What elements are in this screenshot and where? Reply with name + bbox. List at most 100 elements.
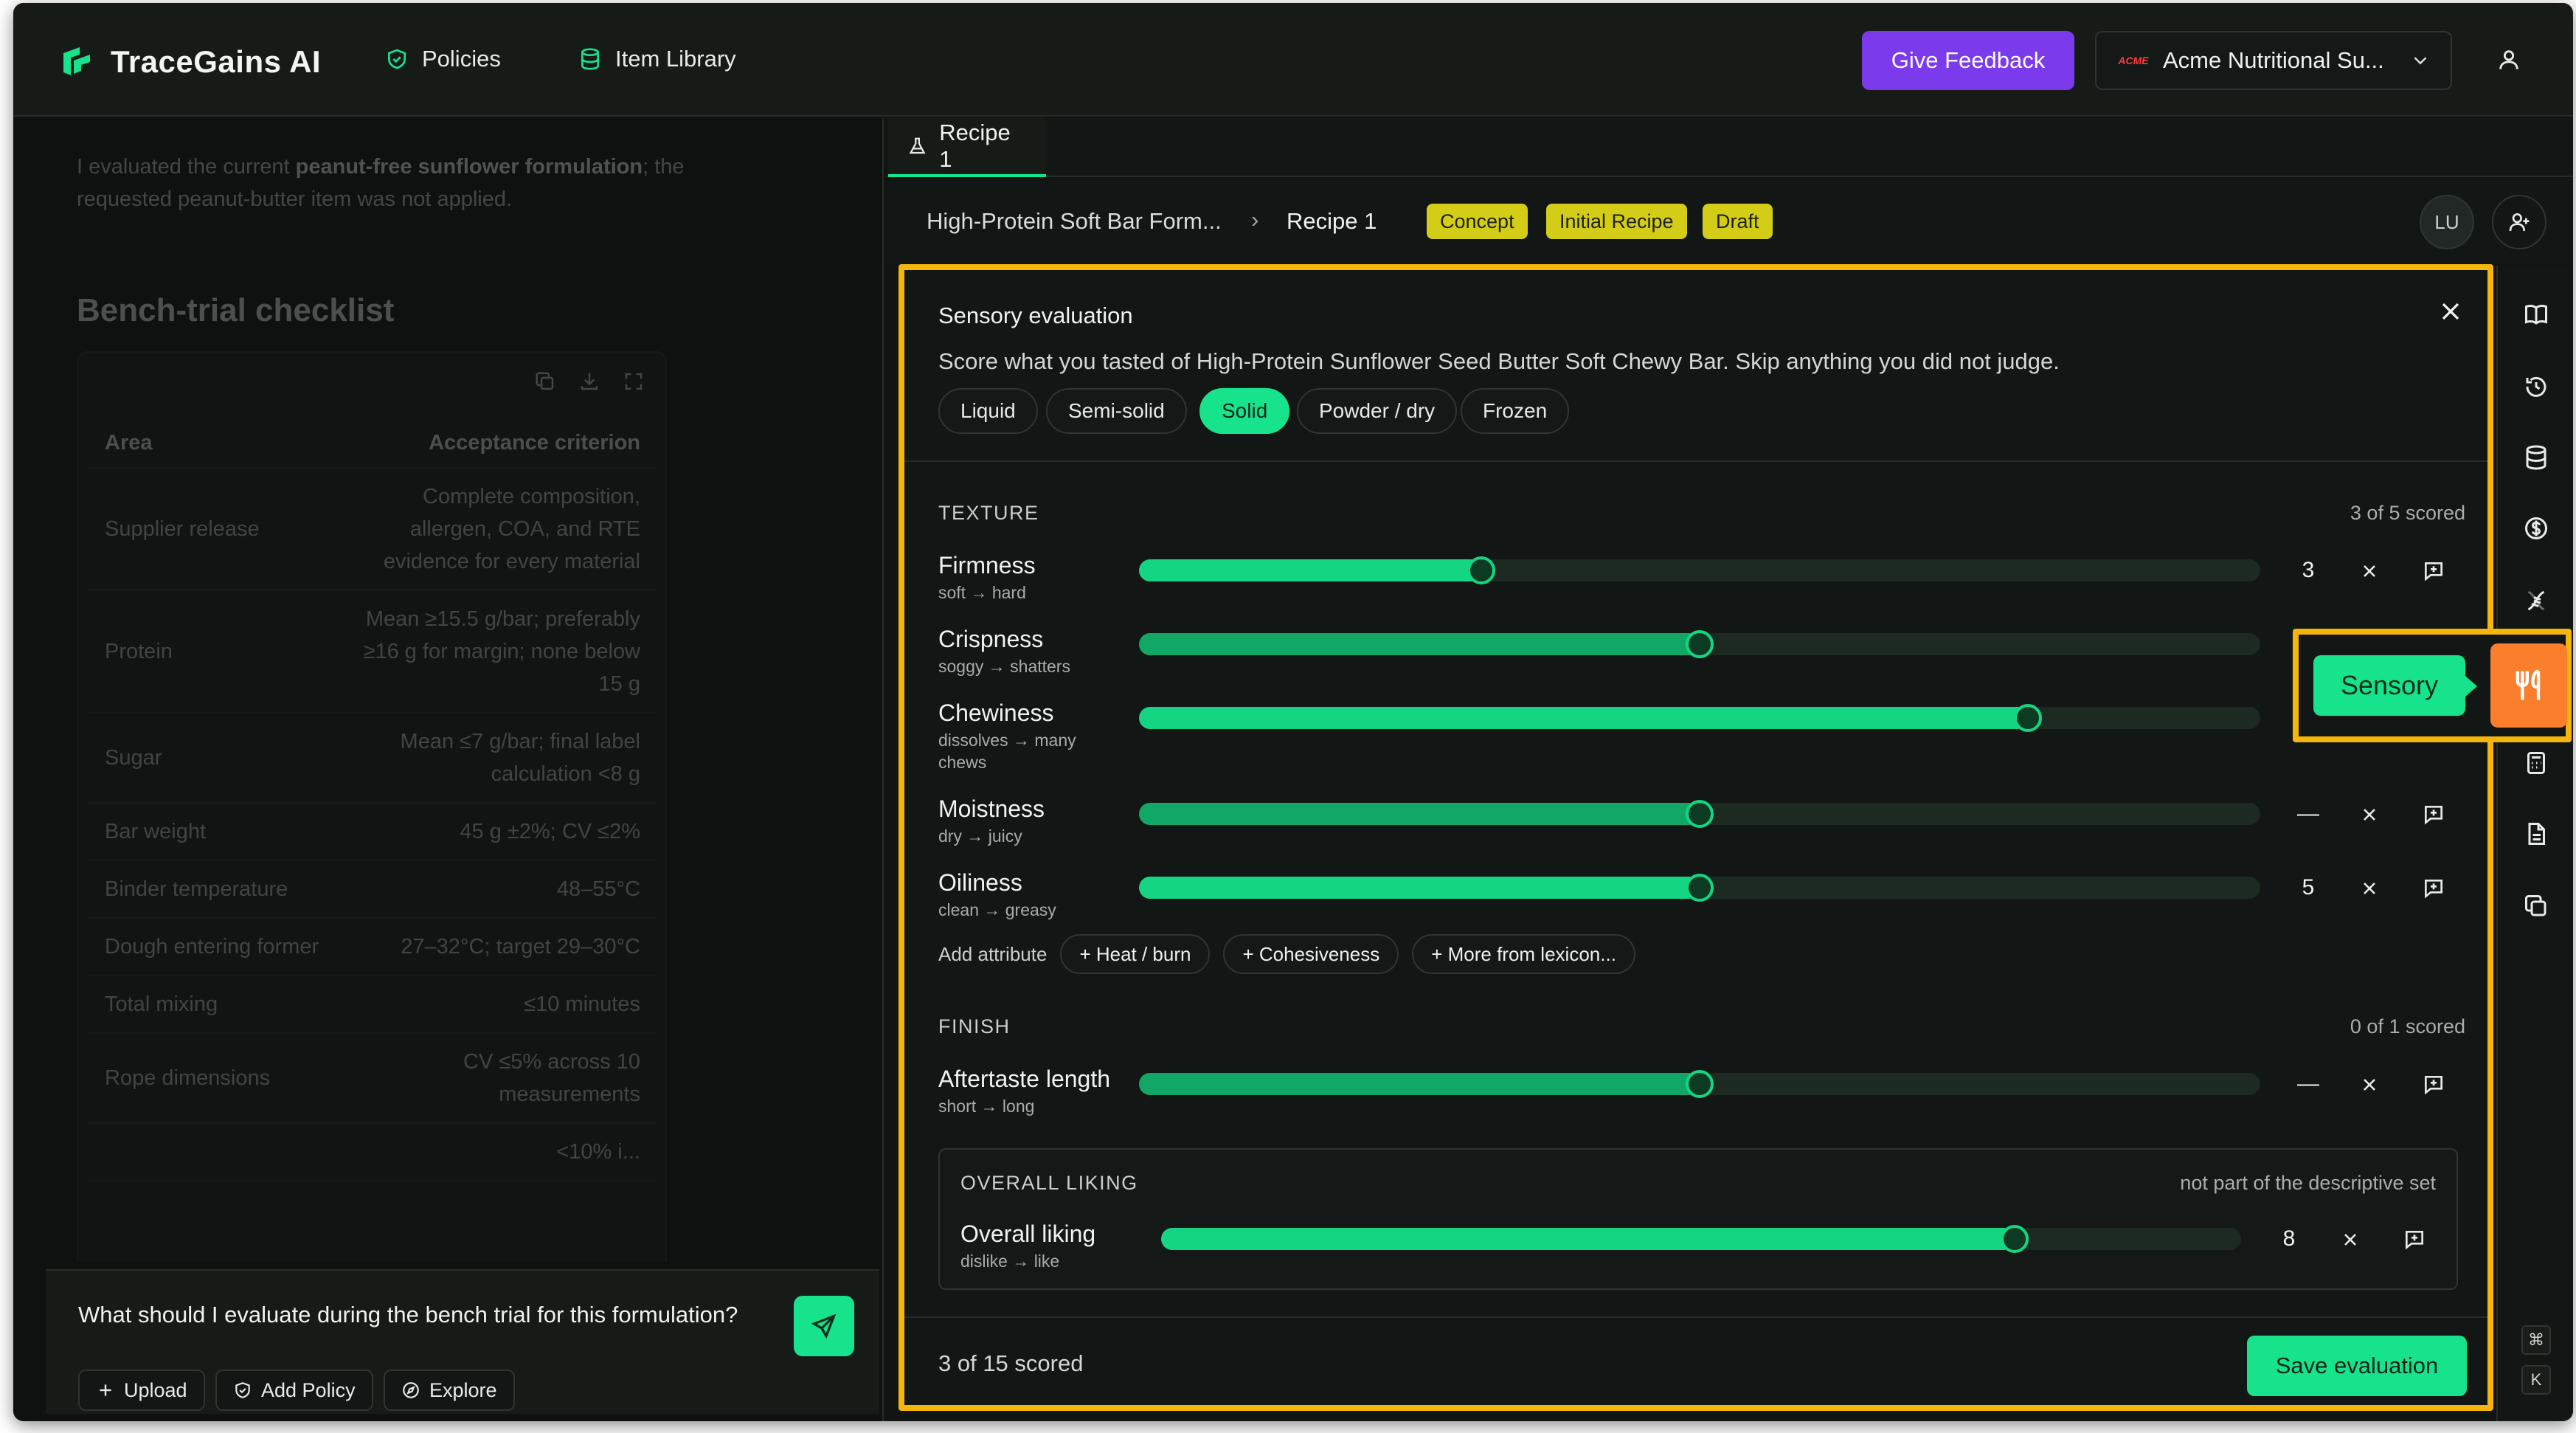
duplicate-icon[interactable] xyxy=(2523,893,2549,919)
table-row: Dough entering former 27–32°C; target 29–… xyxy=(89,918,657,976)
crispness-slider[interactable] xyxy=(1139,630,2260,658)
slider-thumb[interactable] xyxy=(1686,874,1714,902)
send-button[interactable] xyxy=(794,1296,854,1356)
download-icon[interactable] xyxy=(578,370,600,393)
breadcrumb-parent[interactable]: High-Protein Soft Bar Form... xyxy=(927,208,1222,235)
add-cohesiveness-chip[interactable]: + Cohesiveness xyxy=(1223,934,1399,974)
add-comment-icon[interactable] xyxy=(2421,1073,2446,1097)
calculator-icon[interactable] xyxy=(2523,750,2549,776)
book-icon[interactable] xyxy=(2523,301,2549,328)
explore-button[interactable]: Explore xyxy=(384,1370,515,1411)
overall-liking-box: OVERALL LIKING not part of the descripti… xyxy=(938,1148,2458,1290)
moistness-slider[interactable] xyxy=(1139,800,2260,828)
add-comment-icon[interactable] xyxy=(2421,559,2446,583)
breadcrumb-separator: › xyxy=(1251,207,1259,232)
status-badge-initial-recipe: Initial Recipe xyxy=(1546,204,1687,239)
state-pill-frozen[interactable]: Frozen xyxy=(1461,388,1570,434)
state-pill-semi-solid[interactable]: Semi-solid xyxy=(1046,388,1187,434)
overall-liking-slider[interactable] xyxy=(1161,1225,2241,1253)
clear-score-icon[interactable] xyxy=(2340,1229,2361,1250)
dna-icon[interactable] xyxy=(2523,587,2549,614)
total-scored-count: 3 of 15 scored xyxy=(938,1350,1084,1376)
oiliness-slider[interactable] xyxy=(1139,874,2260,902)
add-policy-button[interactable]: Add Policy xyxy=(215,1370,373,1411)
copy-icon[interactable] xyxy=(534,370,556,393)
add-heat-burn-chip[interactable]: + Heat / burn xyxy=(1060,934,1211,974)
slider-thumb[interactable] xyxy=(2000,1225,2029,1253)
table-row: <10% i... xyxy=(89,1123,657,1181)
plus-icon xyxy=(100,1384,111,1396)
tooltip-arrow xyxy=(2465,676,2477,697)
tracegains-logo-icon xyxy=(63,47,90,75)
sensory-rail-button[interactable] xyxy=(2490,643,2567,728)
tab-recipe-1[interactable]: Recipe 1 xyxy=(888,118,1046,177)
slider-thumb[interactable] xyxy=(1686,630,1714,658)
recipe-tab-bar: Recipe 1 xyxy=(887,118,2573,177)
expand-icon[interactable] xyxy=(623,370,645,393)
app-logo[interactable]: TraceGains AI xyxy=(58,43,321,81)
finish-section-label: FINISH xyxy=(938,1015,1011,1037)
organization-name: Acme Nutritional Su... xyxy=(2163,47,2384,73)
document-icon[interactable] xyxy=(2523,821,2549,847)
state-pill-solid[interactable]: Solid xyxy=(1199,388,1290,434)
add-comment-icon[interactable] xyxy=(2402,1228,2427,1251)
attribute-row-oiliness: Oiliness clean → greasy 5 xyxy=(938,869,2458,943)
close-icon[interactable] xyxy=(2436,297,2465,326)
add-comment-icon[interactable] xyxy=(2421,803,2446,826)
status-badge-draft: Draft xyxy=(1703,204,1773,239)
chewiness-slider[interactable] xyxy=(1139,704,2260,732)
column-header-area: Area xyxy=(89,419,339,469)
database-icon xyxy=(581,48,599,70)
avatar[interactable]: LU xyxy=(2420,195,2474,249)
clear-score-icon[interactable] xyxy=(2359,1074,2380,1095)
add-attribute-row: Add attribute + Heat / burn + Cohesivene… xyxy=(938,934,1635,974)
attribute-row-chewiness: Chewiness dissolves → many chews xyxy=(938,700,2458,773)
utensils-icon xyxy=(2516,669,2541,700)
table-row: Rope dimensions CV ≤5% across 10 measurem… xyxy=(89,1033,657,1124)
chat-panel: I evaluated the current peanut-free sunf… xyxy=(13,118,884,1421)
nav-item-library[interactable]: Item Library xyxy=(578,46,736,72)
upload-button[interactable]: Upload xyxy=(78,1370,205,1411)
organization-selector[interactable]: ACME Acme Nutritional Su... xyxy=(2095,31,2452,90)
aftertaste-length-slider[interactable] xyxy=(1139,1070,2260,1098)
texture-section-label: TEXTURE xyxy=(938,502,1039,524)
aftertaste-length-value: — xyxy=(2297,1071,2319,1096)
compass-icon xyxy=(403,1382,419,1398)
firmness-slider[interactable] xyxy=(1139,556,2260,584)
slider-thumb[interactable] xyxy=(1686,1070,1714,1098)
nav-policies-label: Policies xyxy=(422,46,501,72)
add-collaborator-button[interactable] xyxy=(2492,195,2546,249)
firmness-value: 3 xyxy=(2302,558,2315,582)
add-comment-icon[interactable] xyxy=(2421,877,2446,900)
save-evaluation-button[interactable]: Save evaluation xyxy=(2247,1336,2467,1396)
sensory-panel-title: Sensory evaluation xyxy=(938,303,1133,328)
table-toolbar xyxy=(534,370,645,393)
give-feedback-button[interactable]: Give Feedback xyxy=(1862,31,2074,90)
sensory-panel-header: Sensory evaluation Score what you tasted… xyxy=(904,270,2487,462)
database-icon[interactable] xyxy=(2523,444,2549,471)
more-from-lexicon-chip[interactable]: + More from lexicon... xyxy=(1412,934,1635,974)
slider-thumb[interactable] xyxy=(1686,800,1714,828)
nav-policies[interactable]: Policies xyxy=(385,46,501,72)
clear-score-icon[interactable] xyxy=(2359,804,2380,825)
state-pill-liquid[interactable]: Liquid xyxy=(938,388,1038,434)
overall-liking-label: OVERALL LIKING xyxy=(960,1172,1138,1194)
checklist-table-card: Area Acceptance criterion Supplier relea… xyxy=(77,351,667,1262)
user-icon[interactable] xyxy=(2496,47,2521,72)
slider-thumb[interactable] xyxy=(2014,704,2043,732)
chat-input[interactable]: What should I evaluate during the bench … xyxy=(78,1302,738,1328)
clear-score-icon[interactable] xyxy=(2359,561,2380,581)
overall-liking-value: 8 xyxy=(2282,1226,2296,1251)
sensory-panel-footer: 3 of 15 scored Save evaluation xyxy=(904,1316,2487,1405)
dollar-circle-icon[interactable] xyxy=(2523,515,2549,542)
checklist-table: Area Acceptance criterion Supplier relea… xyxy=(89,419,657,1181)
breadcrumb: High-Protein Soft Bar Form... › Recipe 1… xyxy=(887,179,2573,263)
flask-icon xyxy=(909,137,926,154)
acme-logo: ACME xyxy=(2118,55,2149,66)
history-icon[interactable] xyxy=(2523,373,2549,400)
slider-thumb[interactable] xyxy=(1467,556,1495,584)
clear-score-icon[interactable] xyxy=(2359,878,2380,899)
shortcut-key-k: K xyxy=(2521,1365,2551,1395)
state-pill-powder-dry[interactable]: Powder / dry xyxy=(1297,388,1458,434)
attribute-row-crispness: Crispness soggy → shatters xyxy=(938,626,2458,700)
